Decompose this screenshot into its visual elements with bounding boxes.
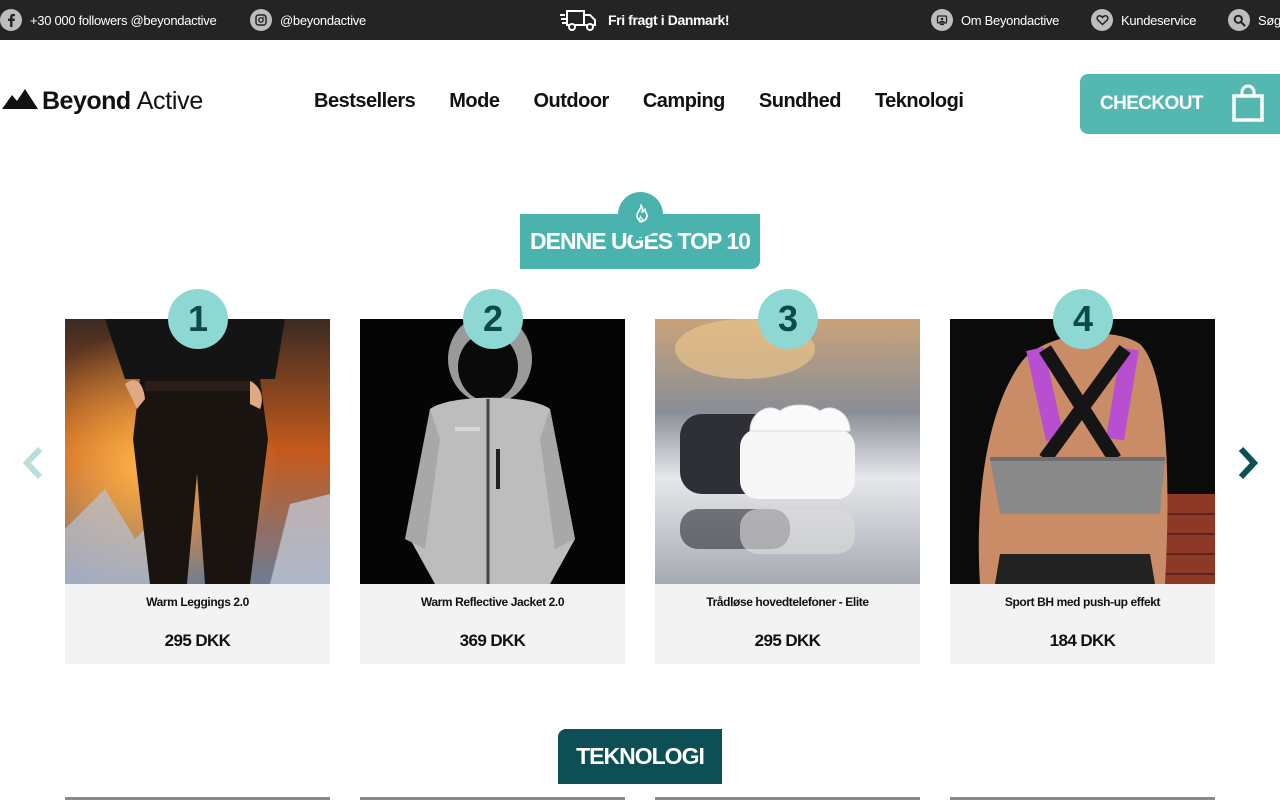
nav-sundhed[interactable]: Sundhed [759,90,842,113]
carousel-next-button[interactable] [1233,445,1263,485]
truck-icon [559,8,598,32]
logo-text-bold: Beyond [42,86,131,115]
product-price: 295 DKK [164,631,231,650]
rank-badge: 3 [758,289,818,349]
logo-text-light: Active [136,86,204,115]
facebook-icon [0,9,22,31]
product-image-jacket[interactable] [360,319,625,584]
checkout-label: CHECKOUT [1100,93,1203,114]
teknologi-heading-badge[interactable]: TEKNOLOGI [558,729,722,784]
product-name[interactable]: Warm Reflective Jacket 2.0 [360,595,625,609]
about-icon [931,9,953,31]
product-price: 184 DKK [1049,631,1116,650]
about-link[interactable]: Om Beyondactive [931,0,1059,40]
free-shipping-text: Fri fragt i Danmark! [608,12,730,28]
free-shipping-banner: Fri fragt i Danmark! [559,0,730,40]
checkout-button[interactable]: CHECKOUT [1080,74,1280,134]
nav-mode[interactable]: Mode [449,90,500,113]
main-nav: Bestsellers Mode Outdoor Camping Sundhed… [314,90,964,113]
product-price: 295 DKK [754,631,821,650]
product-card[interactable]: Sport BH med push-up effekt 184 DKK [950,319,1215,664]
top-bar: +30 000 followers @beyondactive @beyonda… [0,0,1280,40]
product-name[interactable]: Sport BH med push-up effekt [950,595,1215,609]
facebook-link[interactable]: +30 000 followers @beyondactive [0,0,217,40]
product-image-leggings[interactable] [65,319,330,584]
product-price: 369 DKK [459,631,526,650]
mountain-logo-icon [2,88,38,114]
nav-camping[interactable]: Camping [643,90,726,113]
facebook-followers-text: +30 000 followers @beyondactive [30,12,217,28]
product-image-sports-bra[interactable] [950,319,1215,584]
product-name[interactable]: Trådløse hovedtelefoner - Elite [655,595,920,609]
nav-bestsellers[interactable]: Bestsellers [314,90,416,113]
heart-icon [1091,9,1113,31]
instagram-icon [250,9,272,31]
search-icon [1228,9,1250,31]
rank-badge: 1 [168,289,228,349]
nav-teknologi[interactable]: Teknologi [875,90,964,113]
carousel-prev-button[interactable] [18,445,48,485]
product-name[interactable]: Warm Leggings 2.0 [65,595,330,609]
nav-outdoor[interactable]: Outdoor [533,90,609,113]
rank-badge: 4 [1053,289,1113,349]
flame-icon [618,192,663,237]
product-card[interactable]: Warm Leggings 2.0 295 DKK [65,319,330,664]
about-link-text: Om Beyondactive [961,12,1060,28]
instagram-handle-text: @beyondactive [280,12,366,28]
customer-service-text: Kundeservice [1121,12,1197,28]
instagram-link[interactable]: @beyondactive [250,0,366,40]
customer-service-link[interactable]: Kundeservice [1091,0,1196,40]
product-card[interactable]: Trådløse hovedtelefoner - Elite 295 DKK [655,319,920,664]
product-card[interactable]: Warm Reflective Jacket 2.0 369 DKK [360,319,625,664]
bag-icon [1232,84,1264,127]
search-link[interactable]: Søg [1228,0,1280,40]
product-image-headphones[interactable] [655,319,920,584]
teknologi-title: TEKNOLOGI [576,743,705,769]
rank-badge: 2 [463,289,523,349]
chevron-left-icon [21,446,45,485]
chevron-right-icon [1236,446,1260,485]
search-link-text: Søg [1258,12,1280,28]
brand-logo[interactable]: Beyond Active [2,84,203,118]
